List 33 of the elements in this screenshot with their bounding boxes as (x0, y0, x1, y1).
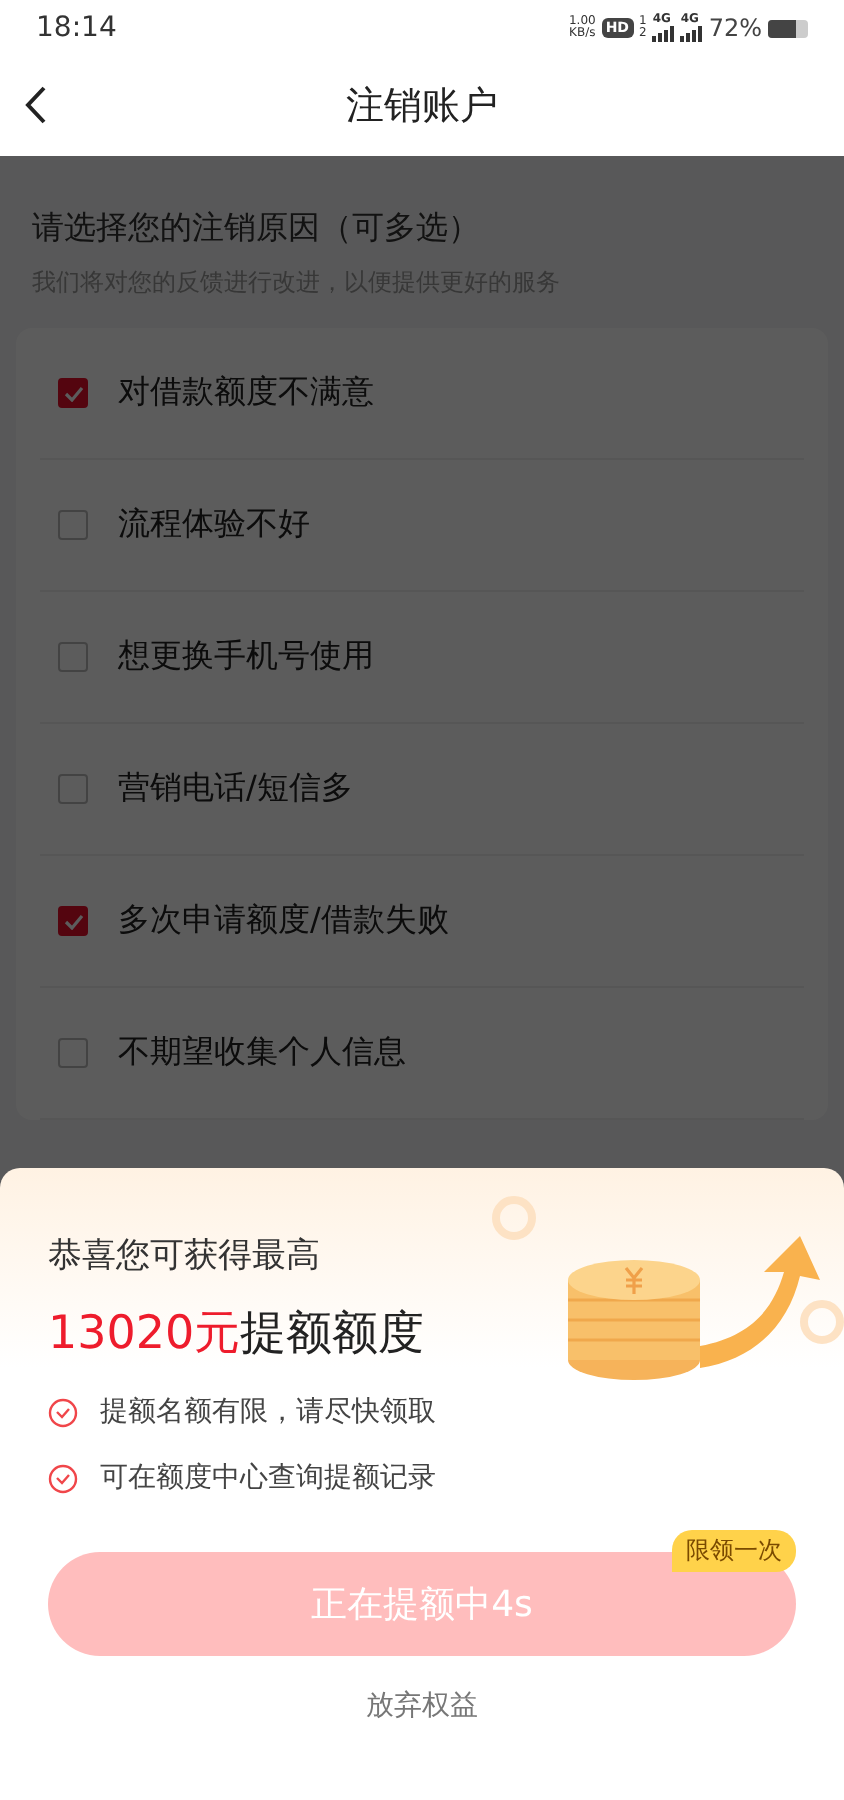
page-title: 注销账户 (346, 82, 498, 132)
check-icon (63, 913, 83, 929)
decline-link[interactable]: 放弃权益 (366, 1688, 478, 1724)
limit-badge: 限领一次 (672, 1530, 796, 1572)
check-circle-icon (48, 1463, 78, 1493)
checkbox[interactable] (58, 906, 88, 936)
option-label[interactable]: 不期望收集个人信息 (118, 1032, 406, 1074)
option-label[interactable]: 流程体验不好 (118, 504, 310, 546)
battery-percent: 72% (708, 14, 762, 42)
check-circle-icon (48, 1397, 78, 1427)
section-title: 请选择您的注销原因（可多选） (30, 208, 482, 250)
option-label[interactable]: 对借款额度不满意 (118, 372, 374, 414)
signal-icon (652, 26, 675, 42)
checkbox[interactable] (58, 1038, 88, 1068)
option-label[interactable]: 营销电话/短信多 (118, 768, 353, 810)
check-icon (63, 385, 83, 401)
offer-amount: 13020元 (48, 1306, 241, 1364)
checkbox[interactable] (58, 510, 88, 540)
ring-icon (800, 1300, 844, 1344)
option-label[interactable]: 想更换手机号使用 (118, 636, 374, 678)
checkbox[interactable] (58, 774, 88, 804)
option-label[interactable]: 多次申请额度/借款失败 (118, 900, 449, 942)
signal-icon (680, 26, 703, 42)
offer-heading: 恭喜您可获得最高 (48, 1234, 322, 1278)
checkbox[interactable] (58, 642, 88, 672)
ring-icon (492, 1196, 536, 1240)
battery-icon (768, 19, 808, 37)
benefit-text: 提额名额有限，请尽快领取 (100, 1394, 436, 1430)
back-icon[interactable] (24, 86, 48, 124)
checkbox[interactable] (58, 378, 88, 408)
offer-amount-label: 提额额度 (240, 1306, 425, 1364)
status-time: 18:14 (36, 12, 117, 44)
benefit-text: 可在额度中心查询提额记录 (100, 1460, 436, 1496)
